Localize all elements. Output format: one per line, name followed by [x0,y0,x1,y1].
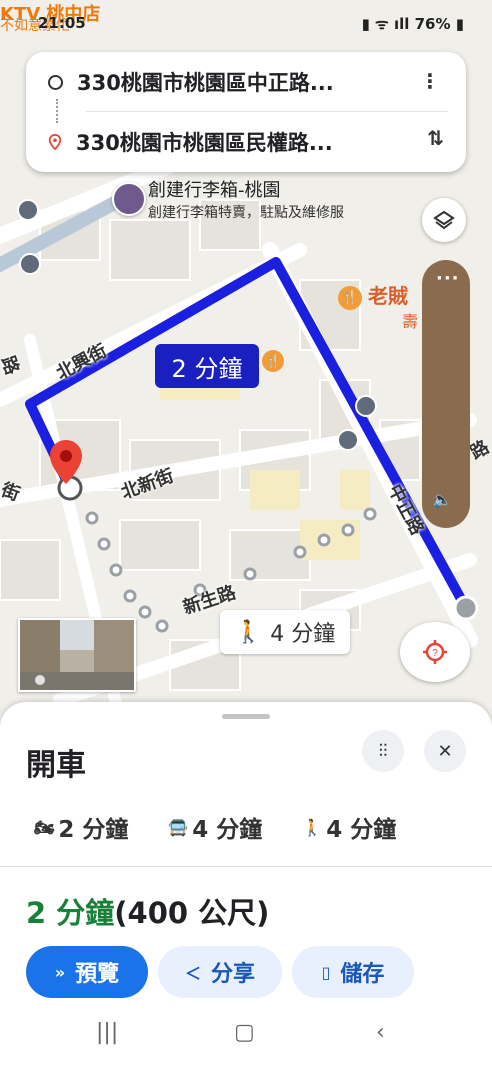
walk-time-text: 4 分鐘 [270,622,336,647]
destination-pin-small-icon [48,134,62,150]
travel-modes: 🏍 2 分鐘 🚍 4 分鐘 🚶 4 分鐘 [34,810,492,844]
route-card[interactable]: 330桃園市桃園區中正路... 330桃園市桃園區民權路... ⋮ ⇅ [26,52,466,172]
preview-button[interactable]: » 預覽 [26,946,148,998]
save-button[interactable]: ▯ 儲存 [292,946,414,998]
location-target-icon: ? [423,640,447,664]
side-more-icon[interactable]: ··· [436,268,460,289]
suitcase-place-icon[interactable] [112,182,146,216]
volume-icon[interactable]: 🔈 [432,490,452,509]
route-options-button[interactable]: ⫶⫶ [362,730,404,772]
save-label: 儲存 [340,962,385,987]
my-location-button[interactable]: ? [400,622,470,682]
home-icon[interactable]: ▢ [234,1020,255,1045]
close-icon: ✕ [437,740,453,762]
bookmark-icon: ▯ [321,962,331,982]
motorcycle-icon: 🏍 [34,817,55,837]
status-indicators: ▮ ᯤ ıll 76% ▮ [362,14,464,34]
summary-distance: (400 公尺) [114,896,270,930]
side-scroll-panel[interactable] [422,260,470,528]
origin-circle-icon [48,74,63,90]
battery-icon: ▮ [450,15,464,33]
destination-pin-icon [50,440,82,484]
place-name[interactable]: 創建行李箱-桃園 [148,176,281,202]
share-icon: ＜ [184,964,201,983]
origin-text: 330桃園市桃園區中正路... [77,71,334,95]
place-subtitle: 創建行李箱特賣，駐點及維修服 [148,205,344,221]
destination-row[interactable]: 330桃園市桃園區民權路... [48,116,448,168]
layers-icon [433,210,455,230]
destination-text: 330桃園市桃園區民權路... [76,131,333,155]
mode-walk[interactable]: 🚶 4 分鐘 [302,810,396,844]
origin-row[interactable]: 330桃園市桃園區中正路... [48,56,448,108]
street-view-thumbnail[interactable] [18,618,136,692]
restaurant-icon[interactable]: 🍴 [338,286,362,310]
summary-time: 2 分鐘 [26,896,115,930]
route-summary: 2 分鐘(400 公尺) [26,890,269,932]
back-icon[interactable]: ‹ [376,1020,385,1045]
transit-icon: 🚍 [168,817,189,837]
close-button[interactable]: ✕ [424,730,466,772]
svg-text:?: ? [432,648,438,659]
sheet-divider [0,866,492,867]
double-chevron-icon: » [54,962,66,982]
walk-time-label[interactable]: 🚶 4 分鐘 [220,610,350,654]
share-button[interactable]: ＜ 分享 [158,946,282,998]
status-time: 21:05 [38,14,86,32]
battery-level: 76% [414,15,451,33]
share-label: 分享 [211,962,256,987]
preview-label: 預覽 [75,962,120,987]
mode-walk-time: 4 分鐘 [326,817,397,843]
sheet-drag-handle[interactable] [222,714,270,719]
walk-icon: 🚶 [302,817,323,837]
poi-laozei[interactable]: 老賊 [368,280,408,309]
tune-icon: ⫶⫶ [378,740,388,762]
restaurant-icon-2[interactable]: 🍴 [262,350,284,372]
route-divider [86,111,448,112]
poi-laozei-sub: 壽 [402,312,419,331]
signal-icon: ▮ ᯤ ıll [361,15,415,33]
swap-icon[interactable]: ⇅ [427,126,444,150]
walk-icon: 🚶 [234,619,263,645]
mode-motorcycle-time: 2 分鐘 [58,817,129,843]
mode-transit[interactable]: 🚍 4 分鐘 [168,810,262,844]
more-vert-icon[interactable]: ⋮ [420,69,440,93]
mode-transit-time: 4 分鐘 [192,817,263,843]
recents-icon[interactable]: ||| [96,1020,118,1045]
layers-button[interactable] [422,198,466,242]
route-time-label[interactable]: 2 分鐘 [155,344,259,388]
mode-motorcycle[interactable]: 🏍 2 分鐘 [34,810,128,844]
sheet-title: 開車 [26,748,86,783]
